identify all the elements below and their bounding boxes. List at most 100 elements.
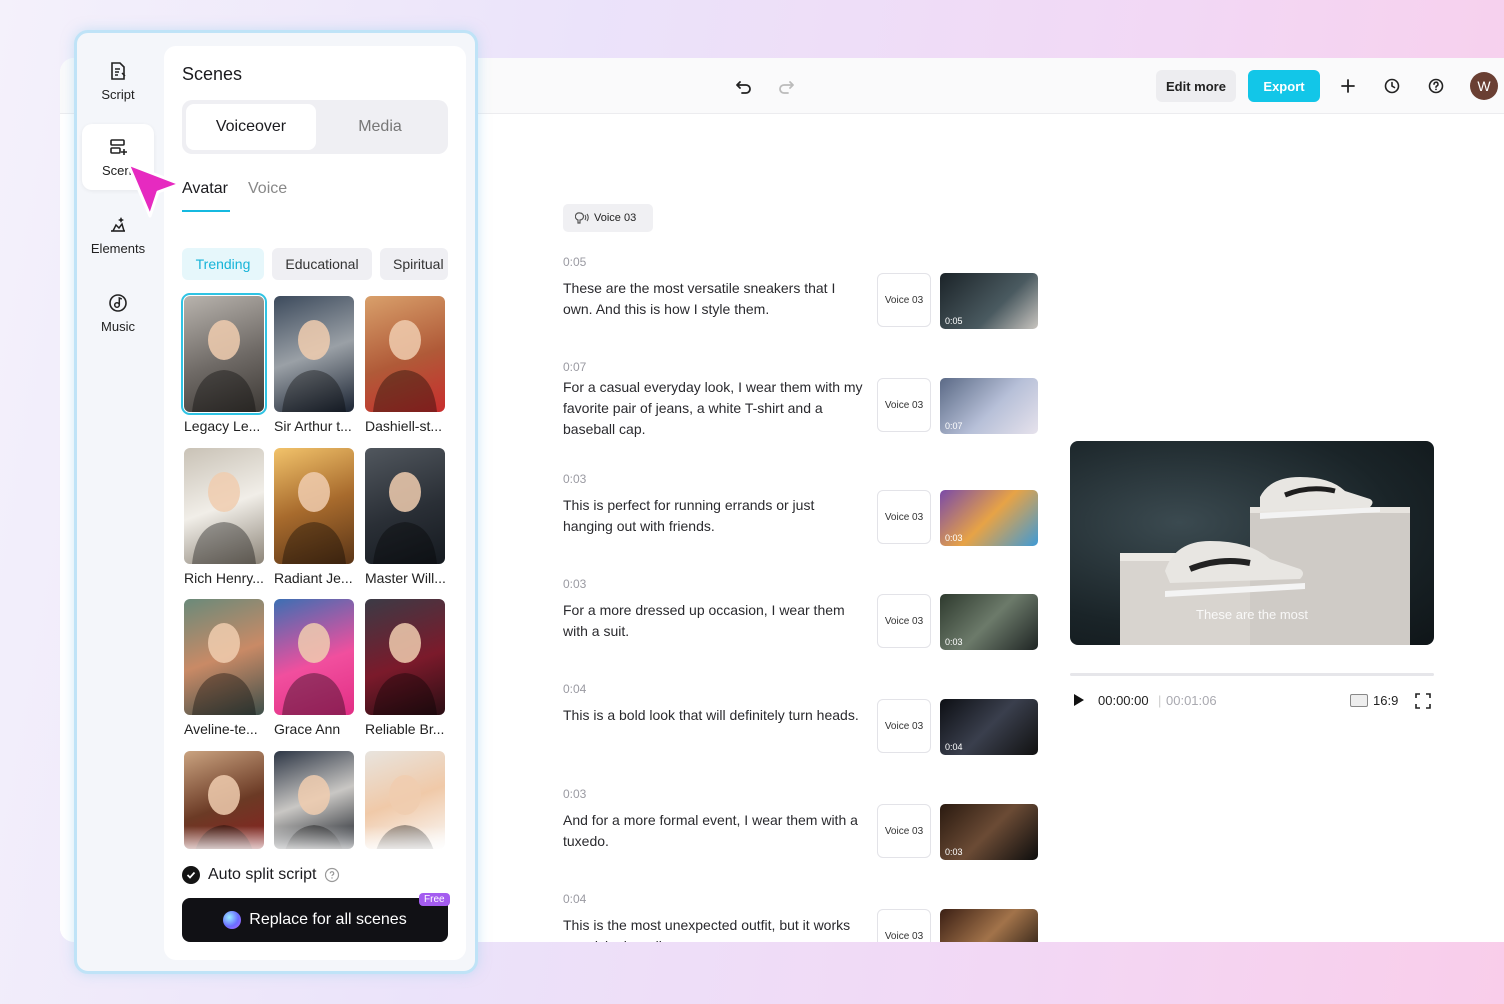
avatar-card[interactable]: [184, 448, 264, 564]
panel-title: Scenes: [182, 64, 243, 84]
scene-script-text[interactable]: This is the most unexpected outfit, but …: [563, 915, 863, 942]
avatar-card[interactable]: [365, 296, 445, 412]
avatar-name: Reliable Br...: [365, 721, 445, 737]
segment-media[interactable]: Media: [316, 104, 444, 150]
aspect-ratio-button[interactable]: 16:9: [1350, 693, 1398, 708]
scene-thumbnail[interactable]: 0:03: [940, 594, 1038, 650]
scene-script-text[interactable]: For a more dressed up occasion, I wear t…: [563, 600, 863, 642]
replace-all-button[interactable]: Replace for all scenes: [182, 898, 448, 942]
avatar-card[interactable]: [274, 296, 354, 412]
rail-item-script[interactable]: Script: [82, 48, 154, 114]
avatar-card[interactable]: [181, 293, 267, 415]
scene-duration: 0:05: [563, 255, 587, 269]
avatar-card[interactable]: [184, 599, 264, 715]
current-time: 00:00:00: [1098, 693, 1149, 708]
thumbnail-duration: 0:03: [945, 637, 963, 647]
category-spiritual[interactable]: Spiritual: [380, 248, 448, 280]
scene-thumbnail[interactable]: 0:04: [940, 699, 1038, 755]
undo-icon[interactable]: [730, 72, 758, 100]
voice-chip[interactable]: Voice 03: [563, 204, 653, 232]
tab-underline: [182, 210, 230, 212]
fullscreen-icon[interactable]: [1415, 693, 1431, 712]
avatar-name: Sir Arthur t...: [274, 418, 352, 434]
ai-orb-icon: [223, 911, 242, 929]
scene-voice-button[interactable]: Voice 03: [877, 909, 931, 942]
scene-thumbnail[interactable]: 0:03: [940, 490, 1038, 546]
video-preview[interactable]: These are the most: [1070, 441, 1434, 645]
thumbnail-duration: 0:04: [945, 742, 963, 752]
avatar-card[interactable]: [365, 599, 445, 715]
segment-voiceover[interactable]: Voiceover: [186, 104, 316, 150]
voice-chip-label: Voice 03: [594, 212, 637, 224]
redo-icon[interactable]: [772, 72, 800, 100]
scene-duration: 0:07: [563, 360, 587, 374]
history-icon[interactable]: [1378, 72, 1406, 100]
scene-voice-button[interactable]: Voice 03: [877, 594, 931, 648]
scene-voice-button[interactable]: Voice 03: [877, 804, 931, 858]
auto-split-label: Auto split script: [208, 866, 317, 883]
play-button[interactable]: [1072, 693, 1086, 710]
music-icon: [109, 293, 127, 312]
avatar-card[interactable]: [274, 448, 354, 564]
rail-item-music[interactable]: Music: [82, 280, 154, 346]
scene-voice-button[interactable]: Voice 03: [877, 273, 931, 327]
avatar-card[interactable]: [274, 599, 354, 715]
plus-icon[interactable]: [1334, 72, 1362, 100]
scene-voice-button[interactable]: Voice 03: [877, 699, 931, 753]
help-icon[interactable]: [1422, 72, 1450, 100]
thumbnail-duration: 0:03: [945, 533, 963, 543]
scene-thumbnail[interactable]: 0:05: [940, 273, 1038, 329]
aspect-ratio-icon: [1350, 694, 1368, 707]
rail-item-label: Music: [101, 318, 135, 334]
avatar-name: Dashiell-st...: [365, 418, 443, 434]
avatar-name: Master Will...: [365, 570, 446, 586]
category-educational[interactable]: Educational: [272, 248, 372, 280]
info-icon[interactable]: [324, 867, 340, 883]
avatar-card[interactable]: [365, 448, 445, 564]
scene-duration: 0:03: [563, 577, 587, 591]
voice-icon: [575, 212, 589, 224]
avatar-name: Grace Ann: [274, 721, 341, 737]
scene-thumbnail[interactable]: 0:04: [940, 909, 1038, 942]
total-time: 00:01:06: [1166, 693, 1217, 708]
scene-duration: 0:03: [563, 472, 587, 486]
time-divider: |: [1158, 693, 1162, 708]
scene-duration: 0:03: [563, 787, 587, 801]
segmented-control: Voiceover Media: [182, 100, 448, 154]
play-icon: [1074, 694, 1084, 706]
playback-progress[interactable]: [1070, 673, 1434, 676]
scenes-icon: [110, 138, 127, 155]
rail-item-label: Elements: [90, 240, 146, 256]
avatar-name: Aveline-te...: [184, 721, 258, 737]
avatar-name: Radiant Je...: [274, 570, 353, 586]
thumbnail-duration: 0:03: [945, 847, 963, 857]
scene-script-text[interactable]: These are the most versatile sneakers th…: [563, 278, 863, 320]
checkmark-icon: [182, 866, 200, 884]
scenes-panel: Scenes Voiceover Media Avatar Voice Tren…: [164, 46, 466, 960]
scene-thumbnail[interactable]: 0:07: [940, 378, 1038, 434]
replace-all-label: Replace for all scenes: [249, 911, 407, 928]
edit-more-button[interactable]: Edit more: [1156, 70, 1236, 102]
scene-script-text[interactable]: This is perfect for running errands or j…: [563, 495, 863, 537]
auto-split-toggle[interactable]: Auto split script: [182, 866, 340, 884]
avatar-name: Legacy Le...: [184, 418, 261, 434]
tab-voice[interactable]: Voice: [248, 180, 287, 198]
rail-item-label: Script: [101, 86, 135, 102]
pointer-cursor-icon: [126, 162, 182, 218]
scene-script-text[interactable]: For a casual everyday look, I wear them …: [563, 377, 863, 440]
scene-duration: 0:04: [563, 892, 587, 906]
scene-voice-button[interactable]: Voice 03: [877, 378, 931, 432]
user-avatar[interactable]: W: [1470, 72, 1498, 100]
free-badge: Free: [419, 893, 450, 906]
scene-script-text[interactable]: This is a bold look that will definitely…: [563, 705, 863, 726]
scene-thumbnail[interactable]: 0:03: [940, 804, 1038, 860]
export-button[interactable]: Export: [1248, 70, 1320, 102]
scene-voice-button[interactable]: Voice 03: [877, 490, 931, 544]
scene-script-text[interactable]: And for a more formal event, I wear them…: [563, 810, 863, 852]
video-caption: These are the most: [1196, 607, 1308, 622]
tab-avatar[interactable]: Avatar: [182, 180, 228, 198]
thumbnail-duration: 0:07: [945, 421, 963, 431]
avatar-name: Rich Henry...: [184, 570, 264, 586]
category-trending[interactable]: Trending: [182, 248, 264, 280]
thumbnail-duration: 0:05: [945, 316, 963, 326]
